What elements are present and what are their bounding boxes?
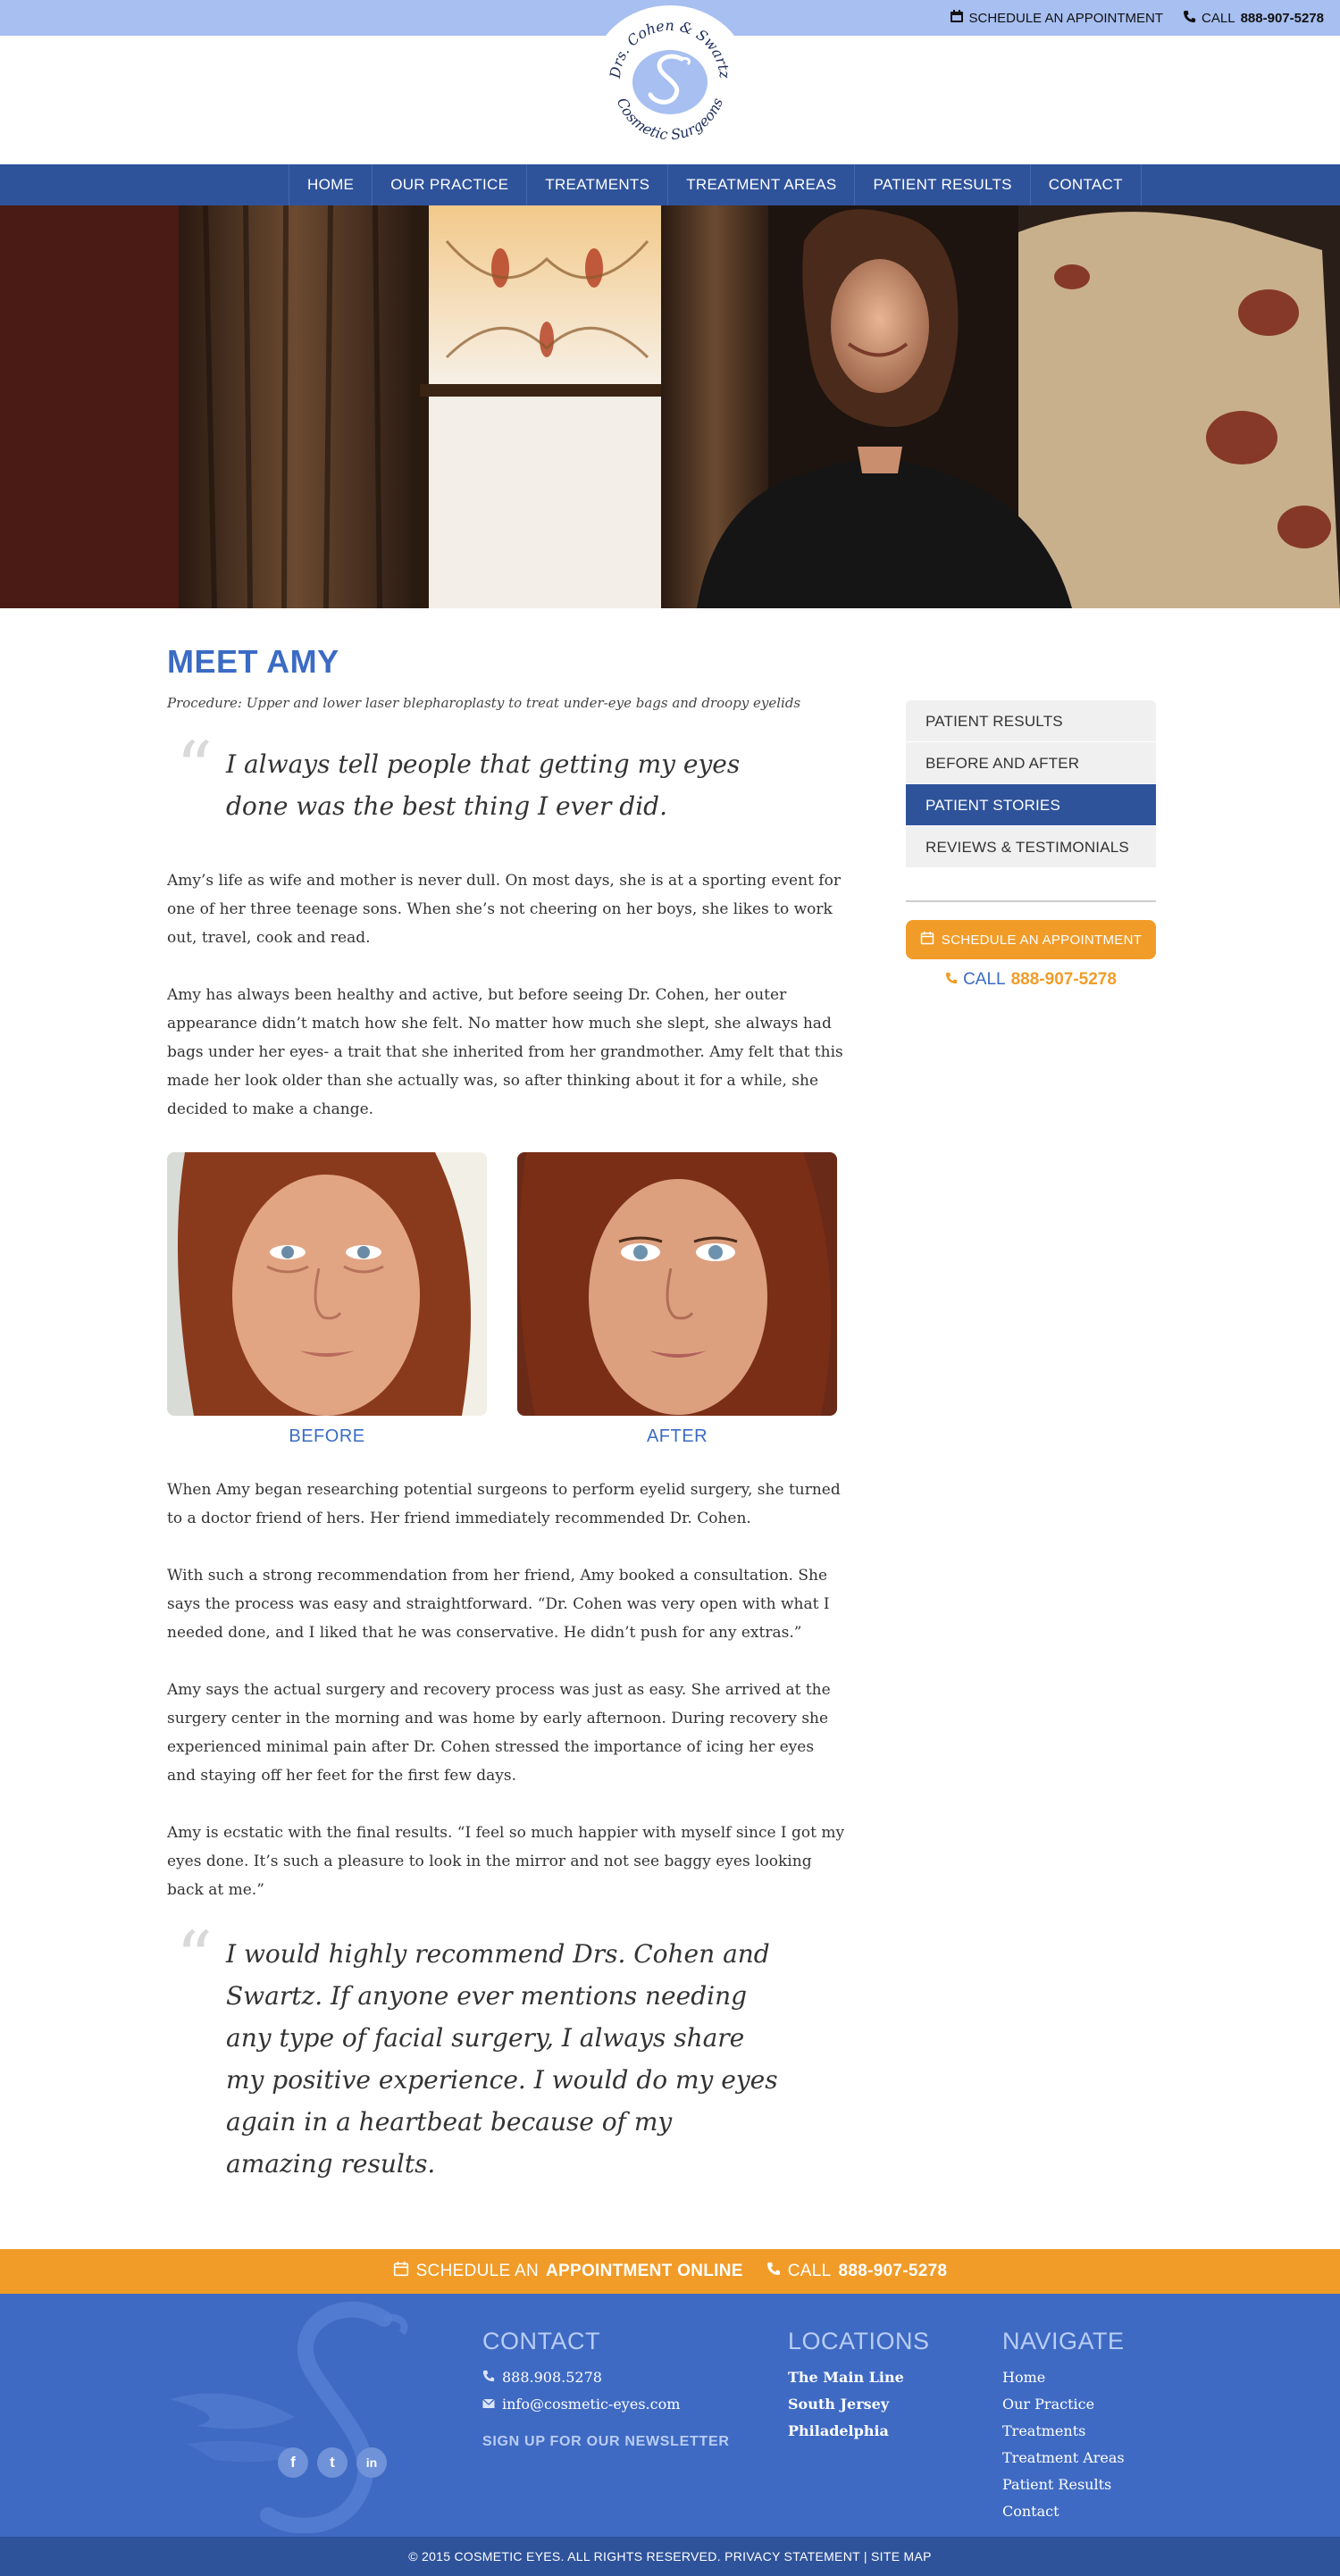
nav-our-practice[interactable]: OUR PRACTICE bbox=[373, 164, 528, 205]
calendar-icon bbox=[393, 2261, 409, 2282]
story-paragraph: Amy says the actual surgery and recovery… bbox=[167, 1681, 831, 1785]
story-paragraph: Amy has always been healthy and active, … bbox=[167, 986, 843, 1118]
footer-email-text: info@cosmetic-eyes.com bbox=[502, 2396, 681, 2413]
footer-locations: LOCATIONS The Main Line South Jersey Phi… bbox=[788, 2328, 930, 2445]
top-call-phone: 888-907-5278 bbox=[1240, 10, 1324, 26]
before-column: BEFORE bbox=[167, 1152, 487, 1447]
cta-bar: SCHEDULE AN APPOINTMENT ONLINE CALL 888-… bbox=[0, 2249, 1340, 2294]
hero-image bbox=[0, 205, 1340, 608]
footer-nav-our-practice[interactable]: Our Practice bbox=[1002, 2391, 1125, 2418]
footer-navigate: NAVIGATE Home Our Practice Treatments Tr… bbox=[1002, 2328, 1125, 2525]
after-photo[interactable] bbox=[517, 1152, 837, 1416]
cta-schedule-online[interactable]: SCHEDULE AN APPOINTMENT ONLINE bbox=[393, 2261, 743, 2282]
footer-navigate-heading: NAVIGATE bbox=[1002, 2328, 1125, 2354]
sidebar-schedule-button[interactable]: SCHEDULE AN APPOINTMENT bbox=[906, 920, 1156, 959]
footer-phone-text: 888.908.5278 bbox=[502, 2369, 602, 2386]
footer-locations-heading: LOCATIONS bbox=[788, 2328, 930, 2354]
sidebar-divider bbox=[906, 900, 1156, 902]
cta-call-prefix: CALL bbox=[787, 2262, 832, 2280]
pull-quote-2: “ I would highly recommend Drs. Cohen an… bbox=[167, 1922, 810, 2185]
pull-quote-1-text: I always tell people that getting my eye… bbox=[226, 749, 741, 821]
footer-phone[interactable]: 888.908.5278 bbox=[482, 2364, 730, 2391]
sidebar-item-before-and-after[interactable]: BEFORE AND AFTER bbox=[906, 742, 1156, 784]
logo[interactable]: Drs. Cohen & Swartz Cosmetic Surgeons bbox=[590, 5, 750, 155]
sidebar: PATIENT RESULTS BEFORE AND AFTER PATIENT… bbox=[906, 700, 1156, 990]
footer-email[interactable]: info@cosmetic-eyes.com bbox=[482, 2391, 730, 2418]
calendar-icon bbox=[920, 931, 934, 949]
newsletter-signup-link[interactable]: SIGN UP FOR OUR NEWSLETTER bbox=[482, 2434, 730, 2450]
nav-treatments[interactable]: TREATMENTS bbox=[527, 164, 669, 205]
main-nav: HOME OUR PRACTICE TREATMENTS TREATMENT A… bbox=[0, 164, 1340, 205]
before-after-gallery: BEFORE AFTER bbox=[167, 1152, 846, 1447]
location-link[interactable]: Philadelphia bbox=[788, 2418, 930, 2445]
story-paragraph: Amy is ecstatic with the final results. … bbox=[167, 1824, 845, 1899]
sidebar-call-phone: 888-907-5278 bbox=[1010, 970, 1117, 989]
before-photo[interactable] bbox=[167, 1152, 487, 1416]
footer: f t in CONTACT 888.908.5278 info@cosmeti… bbox=[0, 2294, 1340, 2537]
location-link[interactable]: South Jersey bbox=[788, 2391, 930, 2418]
phone-icon bbox=[766, 2262, 781, 2281]
top-call-prefix: CALL bbox=[1202, 10, 1235, 26]
nav-contact[interactable]: CONTACT bbox=[1031, 164, 1142, 205]
footer-nav-home[interactable]: Home bbox=[1002, 2364, 1125, 2391]
sidebar-item-patient-stories[interactable]: PATIENT STORIES bbox=[906, 784, 1156, 826]
phone-icon bbox=[482, 2364, 495, 2391]
sidebar-call-prefix: CALL bbox=[963, 970, 1006, 989]
privacy-statement-link[interactable]: PRIVACY STATEMENT bbox=[724, 2549, 860, 2563]
footer-nav-treatment-areas[interactable]: Treatment Areas bbox=[1002, 2445, 1125, 2471]
cta-schedule-prefix: SCHEDULE AN bbox=[415, 2262, 539, 2280]
nav-patient-results[interactable]: PATIENT RESULTS bbox=[855, 164, 1031, 205]
cta-call[interactable]: CALL 888-907-5278 bbox=[766, 2262, 948, 2281]
linkedin-icon[interactable]: in bbox=[356, 2447, 387, 2478]
after-column: AFTER bbox=[517, 1152, 837, 1447]
copyright-bar: © 2015 COSMETIC EYES. ALL RIGHTS RESERVE… bbox=[0, 2537, 1340, 2576]
cta-schedule-bold: APPOINTMENT ONLINE bbox=[545, 2262, 743, 2280]
footer-nav-treatments[interactable]: Treatments bbox=[1002, 2418, 1125, 2445]
footer-nav-contact[interactable]: Contact bbox=[1002, 2498, 1125, 2525]
main-content: MEET AMY Procedure: Upper and lower lase… bbox=[167, 643, 846, 2185]
story-paragraph: Amy’s life as wife and mother is never d… bbox=[167, 872, 841, 947]
quote-mark-icon: “ bbox=[176, 726, 213, 809]
quote-mark-icon: “ bbox=[176, 1916, 213, 1999]
page-title: MEET AMY bbox=[167, 643, 339, 680]
location-link[interactable]: The Main Line bbox=[788, 2364, 930, 2391]
story-paragraph: When Amy began researching potential sur… bbox=[167, 1481, 841, 1527]
cta-call-phone: 888-907-5278 bbox=[838, 2262, 948, 2280]
facebook-icon[interactable]: f bbox=[278, 2447, 308, 2478]
footer-contact: CONTACT 888.908.5278 info@cosmetic-eyes.… bbox=[482, 2328, 730, 2450]
copyright-separator: | bbox=[863, 2549, 867, 2563]
nav-treatment-areas[interactable]: TREATMENT AREAS bbox=[668, 164, 856, 205]
top-bar-links: SCHEDULE AN APPOINTMENT CALL 888-907-527… bbox=[950, 9, 1324, 27]
sidebar-call-link[interactable]: CALL 888-907-5278 bbox=[906, 970, 1156, 990]
nav-home[interactable]: HOME bbox=[289, 164, 373, 205]
footer-nav-patient-results[interactable]: Patient Results bbox=[1002, 2471, 1125, 2498]
pull-quote-1: “ I always tell people that getting my e… bbox=[167, 732, 810, 827]
sidebar-item-patient-results[interactable]: PATIENT RESULTS bbox=[906, 700, 1156, 742]
social-links: f t in bbox=[278, 2447, 387, 2478]
calendar-icon bbox=[950, 9, 964, 27]
story-paragraph: With such a strong recommendation from h… bbox=[167, 1567, 830, 1642]
copyright-text: © 2015 COSMETIC EYES. ALL RIGHTS RESERVE… bbox=[408, 2549, 721, 2563]
swan-logo-watermark bbox=[161, 2301, 429, 2534]
top-call-link[interactable]: CALL 888-907-5278 bbox=[1183, 10, 1324, 27]
nav-items: HOME OUR PRACTICE TREATMENTS TREATMENT A… bbox=[289, 164, 1142, 205]
footer-contact-heading: CONTACT bbox=[482, 2328, 600, 2354]
site-map-link[interactable]: SITE MAP bbox=[871, 2549, 932, 2563]
pull-quote-2-text: I would highly recommend Drs. Cohen and … bbox=[226, 1939, 778, 2179]
top-schedule-link[interactable]: SCHEDULE AN APPOINTMENT bbox=[950, 9, 1164, 27]
after-label: AFTER bbox=[646, 1426, 708, 1446]
procedure-text: Procedure: Upper and lower laser blephar… bbox=[167, 695, 801, 711]
envelope-icon bbox=[482, 2391, 495, 2418]
sidebar-item-reviews[interactable]: REVIEWS & TESTIMONIALS bbox=[906, 826, 1156, 868]
top-schedule-label: SCHEDULE AN APPOINTMENT bbox=[968, 10, 1164, 26]
before-label: BEFORE bbox=[289, 1426, 365, 1446]
phone-icon bbox=[1183, 10, 1196, 27]
phone-icon bbox=[945, 970, 958, 990]
twitter-icon[interactable]: t bbox=[317, 2447, 348, 2478]
sidebar-schedule-label: SCHEDULE AN APPOINTMENT bbox=[941, 932, 1143, 948]
